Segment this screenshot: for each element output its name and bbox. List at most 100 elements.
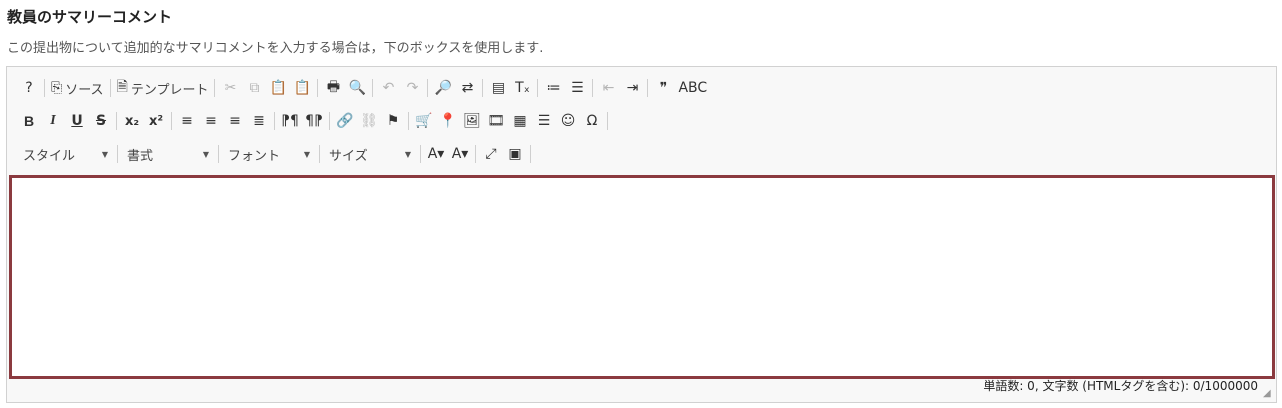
select-all-button[interactable]: ▤ xyxy=(486,76,510,100)
cart-button[interactable]: 🛒 xyxy=(412,109,436,133)
preview-button[interactable]: 🔍 xyxy=(345,76,369,100)
editor-content-area[interactable] xyxy=(9,175,1275,379)
align-left-button[interactable]: ≡ xyxy=(175,109,199,133)
find-button[interactable]: 🔎 xyxy=(431,76,455,100)
text-color-button[interactable]: A▾ xyxy=(424,142,448,166)
rtl-button[interactable]: ¶⁋ xyxy=(302,109,326,133)
preview-icon: 🔍 xyxy=(348,80,367,96)
align-left-icon: ≡ xyxy=(181,113,193,129)
toolbar-row-3: スタイル ▼ 書式 ▼ フォント ▼ サイズ ▼ A▾ A▾ ⤢ ▣ xyxy=(17,141,534,167)
bg-color-button[interactable]: A▾ xyxy=(448,142,472,166)
pin-button[interactable]: 📍 xyxy=(436,109,460,133)
toolbar-separator xyxy=(214,79,216,97)
redo-button[interactable]: ↷ xyxy=(400,76,424,100)
source-button[interactable]: ⎘ ソース xyxy=(48,76,107,100)
help-icon: ? xyxy=(25,80,33,96)
remove-format-button[interactable]: Tₓ xyxy=(510,76,534,100)
pin-icon: 📍 xyxy=(439,113,457,129)
source-icon: ⎘ xyxy=(51,80,63,96)
subscript-button[interactable]: x₂ xyxy=(120,109,144,133)
toolbar-separator xyxy=(537,79,539,97)
special-char-icon: Ω xyxy=(586,113,598,129)
format-combo[interactable]: 書式 ▼ xyxy=(121,142,215,166)
help-button[interactable]: ? xyxy=(17,76,41,100)
outdent-icon: ⇤ xyxy=(602,80,615,96)
paste-icon: 📋 xyxy=(269,80,288,96)
ltr-icon: ⁋¶ xyxy=(281,113,299,129)
bulleted-list-button[interactable]: ☰ xyxy=(565,76,589,100)
horizontal-line-button[interactable]: ☰ xyxy=(532,109,556,133)
paste-text-button[interactable]: 📋 xyxy=(290,76,314,100)
smiley-button[interactable]: ☺ xyxy=(556,109,580,133)
superscript-icon: x² xyxy=(148,113,164,129)
blockquote-button[interactable]: ❞ xyxy=(651,76,675,100)
numbered-list-button[interactable]: ≔ xyxy=(541,76,565,100)
template-button[interactable]: 🗎 テンプレート xyxy=(114,76,212,100)
text-color-icon: A▾ xyxy=(427,146,445,162)
remove-format-icon: Tₓ xyxy=(515,80,530,96)
toolbar-separator xyxy=(109,79,111,97)
replace-icon: ⇄ xyxy=(461,80,474,96)
undo-button[interactable]: ↶ xyxy=(376,76,400,100)
toolbar-separator xyxy=(317,79,319,97)
strike-icon: S xyxy=(95,113,107,129)
strike-button[interactable]: S xyxy=(89,109,113,133)
cut-button[interactable]: ✂ xyxy=(218,76,242,100)
align-right-button[interactable]: ≡ xyxy=(223,109,247,133)
toolbar-separator xyxy=(218,145,219,163)
ltr-button[interactable]: ⁋¶ xyxy=(278,109,302,133)
anchor-button[interactable]: ⚑ xyxy=(381,109,405,133)
summary-comment-description: この提出物について追加的なサマリコメントを入力する場合は，下のボックスを使用しま… xyxy=(7,41,544,56)
video-button[interactable]: 🎞 xyxy=(484,109,508,133)
summary-comment-title: 教員のサマリーコメント xyxy=(7,8,173,26)
justify-icon: ≣ xyxy=(253,113,265,129)
bold-button[interactable]: B xyxy=(17,109,41,133)
numbered-list-icon: ≔ xyxy=(546,80,561,96)
resize-handle-icon[interactable]: ◢ xyxy=(1263,389,1273,399)
toolbar-separator xyxy=(530,145,531,163)
underline-button[interactable]: U xyxy=(65,109,89,133)
align-center-icon: ≡ xyxy=(205,113,217,129)
maximize-icon: ⤢ xyxy=(485,146,497,162)
copy-button[interactable]: ⧉ xyxy=(242,76,266,100)
toolbar-separator xyxy=(592,79,594,97)
link-button[interactable]: 🔗 xyxy=(333,109,357,133)
superscript-button[interactable]: x² xyxy=(144,109,168,133)
justify-button[interactable]: ≣ xyxy=(247,109,271,133)
special-char-button[interactable]: Ω xyxy=(580,109,604,133)
toolbar-separator xyxy=(475,145,476,163)
paste-button[interactable]: 📋 xyxy=(266,76,290,100)
maximize-button[interactable]: ⤢ xyxy=(479,142,503,166)
spellcheck-icon: ABC xyxy=(678,80,708,96)
copy-icon: ⧉ xyxy=(249,80,260,96)
toolbar-separator xyxy=(116,112,117,130)
table-icon: ▦ xyxy=(513,113,527,129)
indent-button[interactable]: ⇥ xyxy=(620,76,644,100)
toolbar-separator xyxy=(372,79,374,97)
align-right-icon: ≡ xyxy=(229,113,241,129)
rtl-icon: ¶⁋ xyxy=(305,113,323,129)
unlink-button[interactable]: ⛓ xyxy=(357,109,381,133)
spellcheck-button[interactable]: ABC xyxy=(675,76,710,100)
print-button[interactable]: 🖶 xyxy=(321,76,345,100)
italic-button[interactable]: I xyxy=(41,109,65,133)
replace-button[interactable]: ⇄ xyxy=(455,76,479,100)
paste-text-icon: 📋 xyxy=(293,80,312,96)
toolbar-separator xyxy=(607,112,608,130)
table-button[interactable]: ▦ xyxy=(508,109,532,133)
template-icon: 🗎 xyxy=(116,79,128,95)
size-combo[interactable]: サイズ ▼ xyxy=(323,142,417,166)
toolbar-separator xyxy=(274,112,275,130)
toolbar-separator xyxy=(171,112,172,130)
undo-icon: ↶ xyxy=(382,80,395,96)
toolbar-separator xyxy=(117,145,118,163)
align-center-button[interactable]: ≡ xyxy=(199,109,223,133)
chevron-down-icon: ▼ xyxy=(202,149,209,159)
style-combo[interactable]: スタイル ▼ xyxy=(17,142,114,166)
toolbar-separator xyxy=(482,79,484,97)
underline-icon: U xyxy=(71,113,83,129)
image-button[interactable]: 🖼 xyxy=(460,109,484,133)
outdent-button[interactable]: ⇤ xyxy=(596,76,620,100)
show-blocks-button[interactable]: ▣ xyxy=(503,142,527,166)
font-combo[interactable]: フォント ▼ xyxy=(222,142,316,166)
